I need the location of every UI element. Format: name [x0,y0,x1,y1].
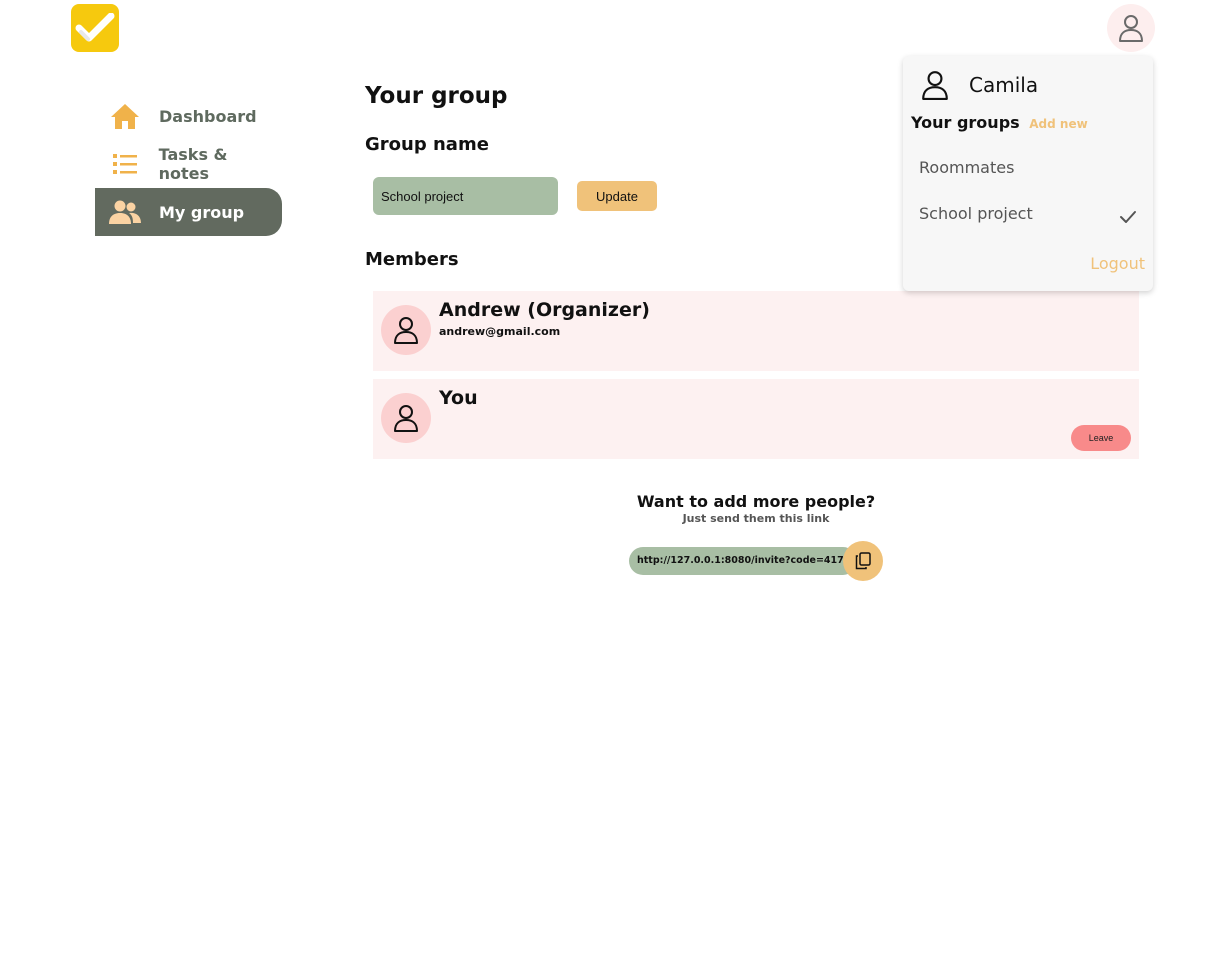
copy-link-button[interactable] [843,541,883,581]
user-icon [922,71,948,100]
sidebar-item-label: My group [159,202,245,222]
user-icon [1119,15,1143,42]
app-logo[interactable] [71,4,119,52]
member-card: Andrew (Organizer) andrew@gmail.com [373,291,1139,371]
sidebar: Dashboard Tasks & notes My group [95,92,282,236]
member-email: andrew@gmail.com [439,325,561,338]
members-label: Members [365,249,459,270]
username: Camila [969,73,1039,97]
group-name-label: Group name [365,134,489,155]
member-card: You Leave [373,379,1139,459]
check-icon [1119,204,1137,234]
avatar [381,393,431,443]
profile-dropdown: Camila Your groups Add new Roommates Sch… [903,56,1153,291]
checkmark-logo-icon [75,13,115,42]
sidebar-item-label: Dashboard [159,106,257,126]
user-icon [394,405,418,432]
invite-subtitle: Just send them this link [682,512,830,525]
invite-link[interactable]: http://127.0.0.1:8080/invite?code=417753 [629,547,857,575]
list-icon [109,148,141,180]
invite-section: Want to add more people? Just send them … [629,492,883,581]
member-name: Andrew (Organizer) [439,299,650,321]
dropdown-group-item[interactable]: School project [919,199,1145,229]
dropdown-user: Camila [921,70,1038,100]
profile-menu-button[interactable] [1107,4,1155,52]
leave-button[interactable]: Leave [1071,425,1131,451]
home-icon [109,100,141,132]
copy-icon [855,552,871,570]
invite-link-row: http://127.0.0.1:8080/invite?code=417753 [629,541,883,581]
avatar [381,305,431,355]
logout-link[interactable]: Logout [1090,254,1145,273]
update-button[interactable]: Update [577,181,657,211]
group-label: School project [919,204,1033,223]
sidebar-item-label: Tasks & notes [158,145,228,183]
member-name: You [439,387,478,409]
dropdown-group-item[interactable]: Roommates [919,153,1145,183]
groups-heading-label: Your groups [911,113,1020,132]
page-title: Your group [365,83,508,109]
sidebar-item-dashboard[interactable]: Dashboard [95,92,282,140]
sidebar-item-tasks-notes[interactable]: Tasks & notes [95,140,282,188]
group-label: Roommates [919,158,1015,177]
add-new-group-link[interactable]: Add new [1029,117,1087,131]
group-name-input[interactable] [373,177,558,215]
groups-heading: Your groups Add new [911,113,1088,132]
user-icon [394,317,418,344]
users-icon [109,196,141,228]
app: Dashboard Tasks & notes My group Your gr… [0,0,1227,953]
invite-title: Want to add more people? [636,492,876,511]
sidebar-item-my-group[interactable]: My group [95,188,282,236]
